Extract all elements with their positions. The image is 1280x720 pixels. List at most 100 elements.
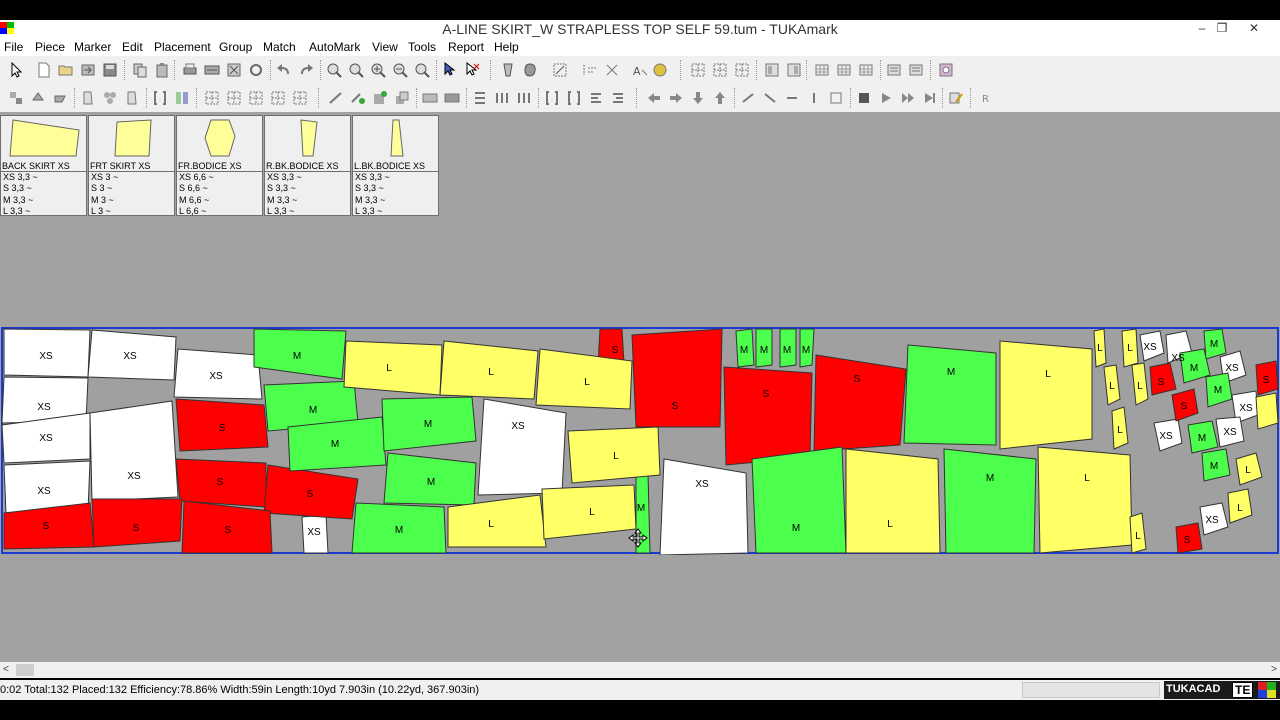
shift-2-icon[interactable] [610, 90, 626, 106]
move-down-icon[interactable] [690, 90, 706, 106]
pointer-deselect-icon[interactable] [464, 62, 480, 78]
menu-view[interactable]: View [372, 40, 398, 54]
skip-end-icon[interactable] [922, 90, 938, 106]
fold-2-icon[interactable] [494, 90, 510, 106]
marker-piece-m[interactable] [903, 344, 997, 446]
zoom-out-icon[interactable] [392, 62, 408, 78]
marker-piece-m[interactable] [943, 448, 1037, 554]
piece-card-back-skirt[interactable]: BACK SKIRT XS XS 3,3 ~ S 3,3 ~ M 3,3 ~ L… [0, 115, 87, 216]
length-icon[interactable] [444, 90, 460, 106]
maximize-button[interactable]: ❐ [1208, 20, 1236, 36]
marker-workspace[interactable]: BACK SKIRT XS XS 3,3 ~ S 3,3 ~ M 3,3 ~ L… [0, 112, 1280, 662]
grid-c-icon[interactable] [248, 90, 264, 106]
grid-snap-icon[interactable] [690, 62, 706, 78]
zoom-window-icon[interactable] [348, 62, 364, 78]
marker-piece-s[interactable] [723, 366, 813, 466]
marker-piece-s[interactable] [631, 328, 723, 428]
menu-automark[interactable]: AutoMark [309, 40, 360, 54]
report-2-icon[interactable] [908, 62, 924, 78]
grid-b-icon[interactable] [226, 90, 242, 106]
split-icon[interactable] [174, 90, 190, 106]
nudge-4-icon[interactable] [806, 90, 822, 106]
close-button[interactable]: ✕ [1240, 20, 1268, 36]
marker-piece-xs[interactable] [659, 458, 749, 555]
save-icon[interactable] [102, 62, 118, 78]
grid-d-icon[interactable] [270, 90, 286, 106]
pointer-select-icon[interactable] [442, 62, 458, 78]
move-up-icon[interactable] [712, 90, 728, 106]
menu-group[interactable]: Group [219, 40, 252, 54]
piece-card-front-bodice[interactable]: FR.BODICE XS XS 6,6 ~ S 6,6 ~ M 6,6 ~ L … [176, 115, 263, 216]
move-right-icon[interactable] [668, 90, 684, 106]
piece-card-l-bk-bodice[interactable]: L.BK.BODICE XS XS 3,3 ~ S 3,3 ~ M 3,3 ~ … [352, 115, 439, 216]
fold-icon[interactable] [472, 90, 488, 106]
menu-file[interactable]: File [4, 40, 23, 54]
marker-piece-xs[interactable] [89, 400, 179, 502]
marker-layout[interactable]: XS XS XS XS XS XS XS XS XS XS XS XS XS X… [0, 327, 1280, 555]
marker-piece-l[interactable] [845, 448, 941, 554]
fast-forward-icon[interactable] [900, 90, 916, 106]
align-icon[interactable] [582, 62, 598, 78]
zoom-fit-icon[interactable] [326, 62, 342, 78]
scroll-left-arrow-icon[interactable]: < [3, 664, 9, 675]
bracket-2-icon[interactable] [544, 90, 560, 106]
undo-icon[interactable] [276, 62, 292, 78]
play-icon[interactable] [878, 90, 894, 106]
marker-piece-xs[interactable] [477, 398, 567, 496]
nudge-5-icon[interactable] [828, 90, 844, 106]
add-piece-icon[interactable] [372, 90, 388, 106]
table-3-icon[interactable] [858, 62, 874, 78]
width-icon[interactable] [422, 90, 438, 106]
table-icon[interactable] [814, 62, 830, 78]
scroll-thumb[interactable] [16, 664, 34, 676]
menu-help[interactable]: Help [494, 40, 519, 54]
shift-icon[interactable] [588, 90, 604, 106]
nudge-3-icon[interactable] [784, 90, 800, 106]
marker-piece-s[interactable] [813, 354, 907, 452]
import-icon[interactable] [80, 62, 96, 78]
stop-icon[interactable] [856, 90, 872, 106]
reset-r-icon[interactable]: R [978, 90, 994, 106]
zoom-in-icon[interactable] [370, 62, 386, 78]
piece-a-icon[interactable] [80, 90, 96, 106]
nudge-2-icon[interactable] [762, 90, 778, 106]
rotate-piece-icon[interactable] [30, 90, 46, 106]
horizontal-scrollbar[interactable]: < > [0, 662, 1280, 678]
grid-snap-3-icon[interactable] [734, 62, 750, 78]
flip-piece-icon[interactable] [52, 90, 68, 106]
ball-icon[interactable] [652, 62, 668, 78]
open-folder-icon[interactable] [58, 62, 74, 78]
cut-pieces-icon[interactable] [604, 62, 620, 78]
piece-b-icon[interactable] [124, 90, 140, 106]
layout-icon[interactable] [764, 62, 780, 78]
paste-icon[interactable] [154, 62, 170, 78]
menu-tools[interactable]: Tools [408, 40, 436, 54]
piece-shape-icon[interactable] [522, 62, 538, 78]
marker-piece-m[interactable] [751, 446, 847, 554]
new-file-icon[interactable] [36, 62, 52, 78]
copy-icon[interactable] [132, 62, 148, 78]
piece-info-icon[interactable] [500, 62, 516, 78]
print-icon[interactable] [182, 62, 198, 78]
settings-icon[interactable] [938, 62, 954, 78]
nudge-icon[interactable] [740, 90, 756, 106]
menu-placement[interactable]: Placement [154, 40, 211, 54]
menu-match[interactable]: Match [263, 40, 296, 54]
measure-icon[interactable] [552, 62, 568, 78]
scroll-right-arrow-icon[interactable]: > [1271, 664, 1277, 675]
report-icon[interactable] [886, 62, 902, 78]
marker-piece-l[interactable] [1037, 446, 1133, 554]
marker-piece-l[interactable] [343, 340, 443, 396]
stack-icon[interactable] [394, 90, 410, 106]
zoom-previous-icon[interactable] [414, 62, 430, 78]
grid-a-icon[interactable] [204, 90, 220, 106]
redo-icon[interactable] [298, 62, 314, 78]
piece-group-icon[interactable] [102, 90, 118, 106]
menu-report[interactable]: Report [448, 40, 484, 54]
marker-piece-l[interactable] [1255, 392, 1279, 430]
auto-place-icon[interactable] [8, 90, 24, 106]
bracket-3-icon[interactable] [566, 90, 582, 106]
layout-2-icon[interactable] [786, 62, 802, 78]
add-green-icon[interactable] [350, 90, 366, 106]
plot-icon[interactable] [204, 62, 220, 78]
